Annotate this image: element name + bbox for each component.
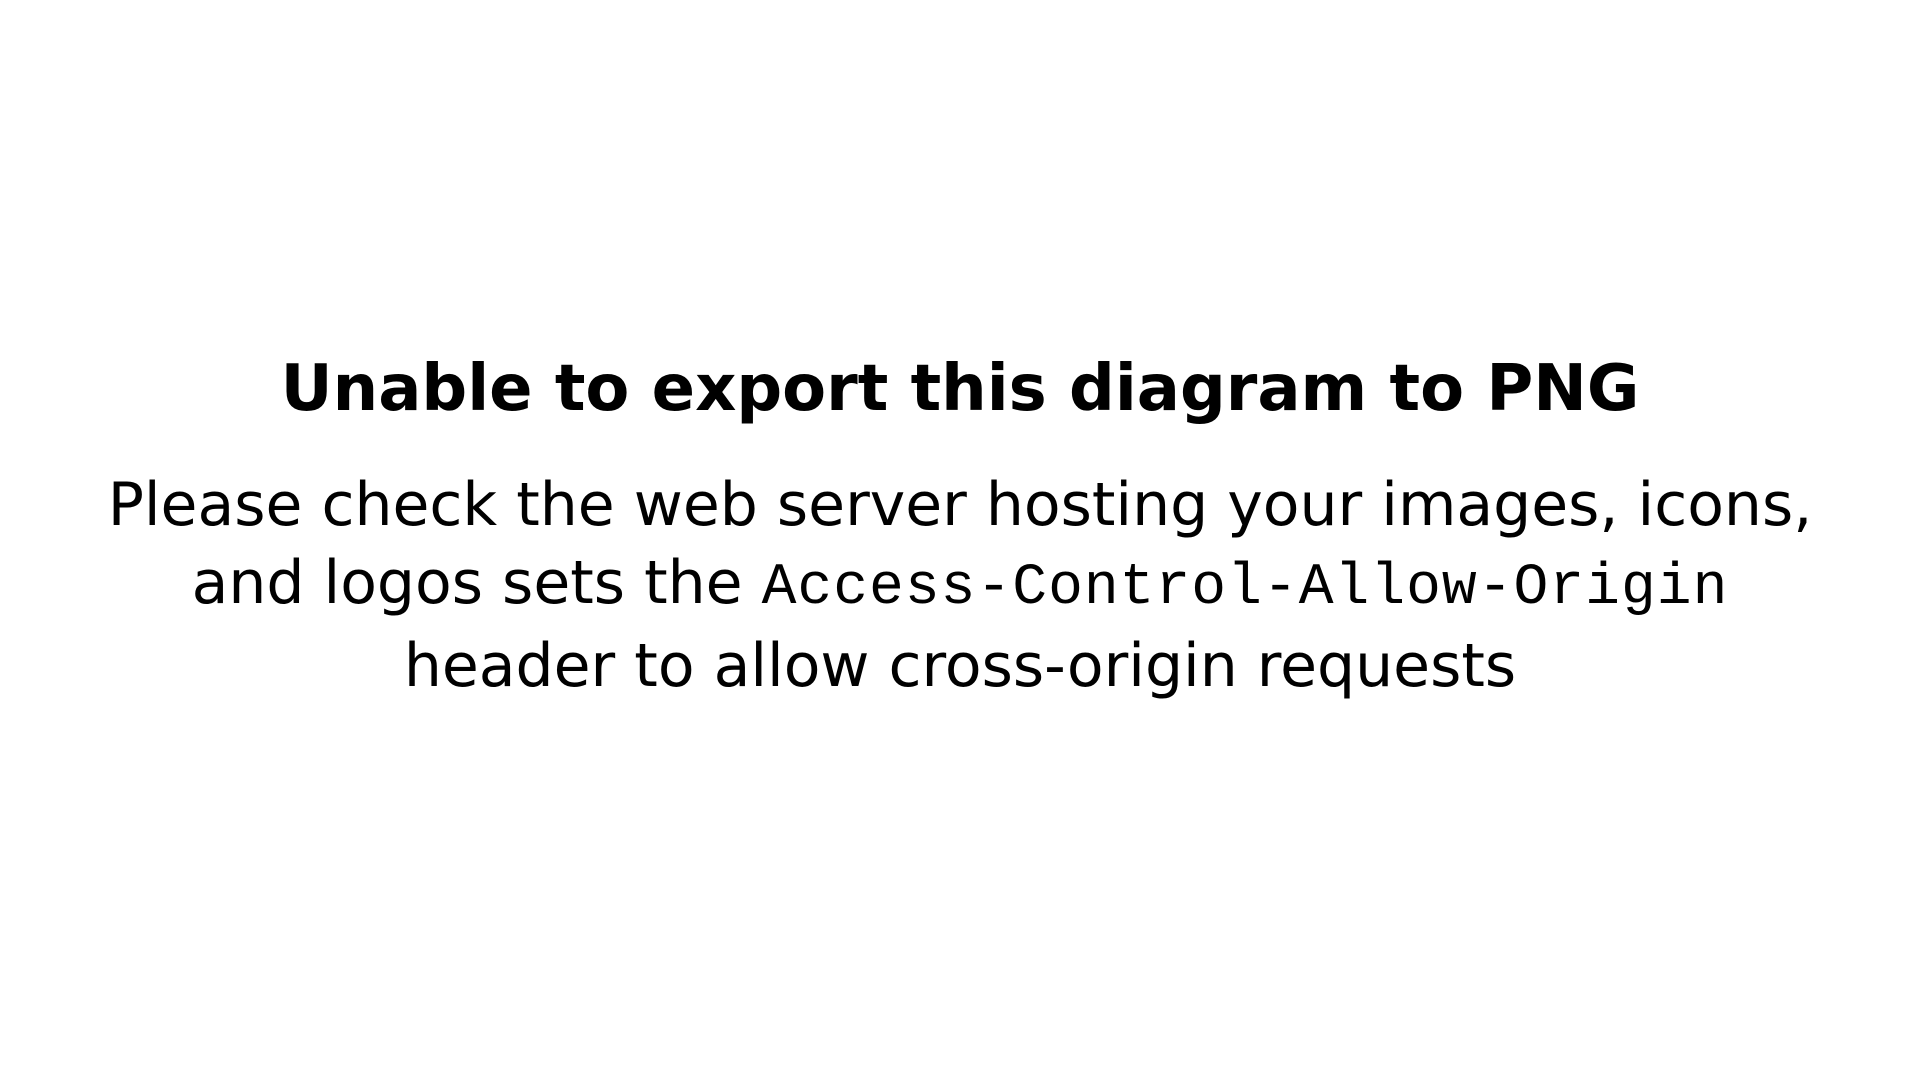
error-message-line-3: header to allow cross-origin requests: [403, 630, 1517, 701]
error-title: Unable to export this diagram to PNG: [280, 352, 1640, 427]
error-message-line-2-prefix: and logos sets the: [191, 548, 762, 619]
error-message: Please check the web server hosting your…: [50, 466, 1870, 704]
error-message-line-1: Please check the web server hosting your…: [107, 470, 1813, 541]
header-name-code: Access-Control-Allow-Origin: [761, 556, 1729, 622]
export-error-screen: Unable to export this diagram to PNG Ple…: [0, 0, 1920, 1080]
error-message-line-2: and logos sets the Access-Control-Allow-…: [50, 544, 1870, 626]
